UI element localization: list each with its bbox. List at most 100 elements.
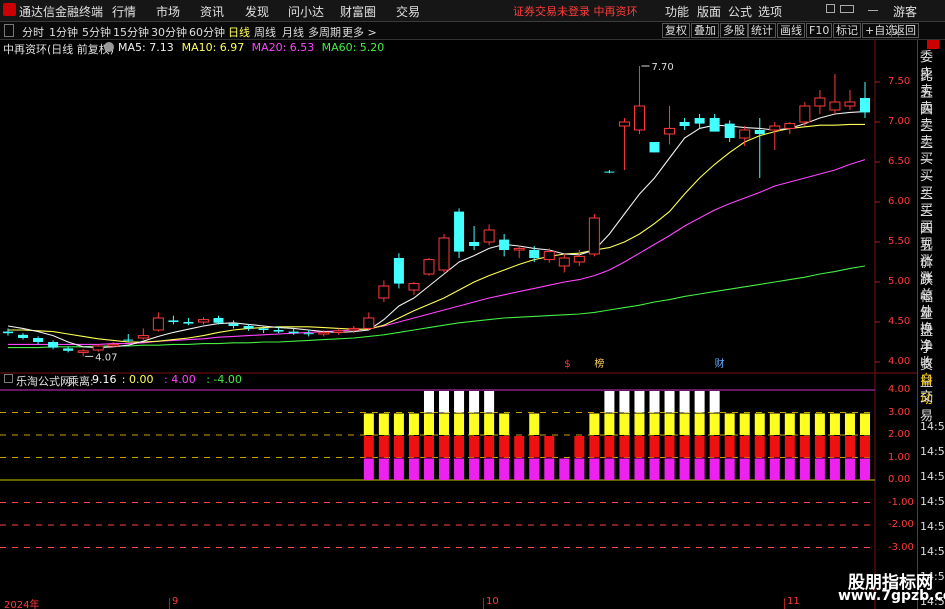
- menu-1[interactable]: 市场: [156, 3, 180, 20]
- indicator-bar: [544, 436, 555, 458]
- toolbar-button-8[interactable]: 返回: [891, 23, 919, 38]
- indicator-bar: [844, 436, 855, 458]
- indicator-bar: [589, 413, 600, 435]
- menu-2[interactable]: 资讯: [200, 3, 224, 20]
- candle: [860, 82, 870, 118]
- indicator-bar: [694, 458, 705, 480]
- indicator-bar: [439, 391, 450, 413]
- candle: [48, 340, 59, 350]
- right-menu-3[interactable]: 选项: [758, 3, 782, 20]
- guest-label[interactable]: 游客: [893, 3, 917, 20]
- candle: [618, 118, 630, 170]
- minimize-icon[interactable]: [868, 10, 878, 11]
- ma60-line: [8, 265, 866, 349]
- chart-area[interactable]: 7.70 4.07 $ 榜 财: [0, 40, 917, 609]
- indicator-name[interactable]: 乐淘公式网: [16, 373, 71, 389]
- layout-icon[interactable]: [840, 5, 854, 13]
- indicator-value-1: : 0.00: [121, 373, 154, 386]
- candle: [604, 170, 615, 174]
- timeframe-9[interactable]: 多周期: [308, 24, 341, 40]
- candle: [664, 106, 676, 145]
- indicator-bar: [408, 413, 419, 435]
- indicator-bar: [423, 413, 434, 435]
- indicator-bar: [664, 391, 675, 413]
- indicator-info-line: 乐淘公式网 乘离: 9.16: 0.00: 4.00: -4.00: [0, 372, 900, 388]
- indicator-bar: [514, 436, 525, 458]
- login-notice[interactable]: 证券交易未登录 中再资环: [513, 3, 638, 19]
- panel-toggle-icon[interactable]: [4, 24, 14, 37]
- menu-3[interactable]: 发现: [245, 3, 269, 20]
- candle: [769, 122, 781, 150]
- price-tick-label: 5.50: [888, 236, 911, 247]
- indicator-bar: [694, 413, 705, 435]
- date-tick: [483, 598, 484, 609]
- indicator-bar: [604, 436, 615, 458]
- indicator-tick-label: -1.00: [888, 496, 914, 508]
- candle: [423, 258, 435, 276]
- indicator-bar: [829, 458, 840, 480]
- indicator-bar: [589, 458, 600, 480]
- toolbar-button-1[interactable]: 叠加: [691, 23, 719, 38]
- timeframe-2[interactable]: 5分钟: [82, 24, 111, 40]
- timeframe-8[interactable]: 月线: [282, 24, 304, 40]
- right-menu-0[interactable]: 功能: [665, 3, 689, 20]
- indicator-bar: [439, 458, 450, 480]
- indicator-bar: [739, 413, 750, 435]
- timeframe-1[interactable]: 1分钟: [49, 24, 78, 40]
- indicator-bar: [634, 391, 645, 413]
- indicator-bar: [754, 413, 765, 435]
- indicator-bar: [649, 436, 660, 458]
- indicator-bar: [454, 413, 465, 435]
- price-tick-label: 4.50: [888, 316, 911, 327]
- price-tick-label: 6.00: [888, 196, 911, 207]
- indicator-bar: [604, 413, 615, 435]
- toolbar-button-2[interactable]: 多股: [720, 23, 748, 38]
- menu-0[interactable]: 行情: [112, 3, 136, 20]
- toolbar-button-5[interactable]: F10: [806, 23, 833, 38]
- date-label-3: 11: [787, 596, 800, 607]
- candle: [333, 328, 345, 335]
- timeframe-4[interactable]: 30分钟: [151, 24, 187, 40]
- candle: [483, 224, 495, 246]
- event-label: $: [564, 359, 570, 370]
- timeframe-3[interactable]: 15分钟: [113, 24, 149, 40]
- timeframe-5[interactable]: 60分钟: [189, 24, 225, 40]
- indicator-bar: [844, 458, 855, 480]
- timeframe-0[interactable]: 分时: [22, 24, 44, 40]
- timeframe-7[interactable]: 周线: [254, 24, 276, 40]
- candle: [754, 118, 765, 178]
- candle: [393, 253, 404, 289]
- indicator-bar: [514, 458, 525, 480]
- right-menu-2[interactable]: 公式: [728, 3, 752, 20]
- date-label-0: 2024年: [4, 600, 40, 609]
- candle: [408, 282, 420, 295]
- timeframe-10[interactable]: 更多 >: [342, 24, 377, 40]
- restore-icon[interactable]: [826, 4, 835, 13]
- timeframe-6[interactable]: 日线: [228, 24, 250, 40]
- indicator-bar: [589, 436, 600, 458]
- indicator-bar: [454, 436, 465, 458]
- price-tick-label: 7.00: [888, 116, 911, 127]
- menu-5[interactable]: 财富圈: [340, 3, 376, 20]
- indicator-bar: [574, 458, 585, 480]
- candle: [33, 336, 44, 345]
- indicator-bar: [649, 391, 660, 413]
- toolbar-button-3[interactable]: 统计: [748, 23, 776, 38]
- menu-6[interactable]: 交易: [396, 3, 420, 20]
- indicator-bar: [529, 436, 540, 458]
- side-tab-20[interactable]: 交易: [920, 386, 945, 424]
- toolbar-button-0[interactable]: 复权: [662, 23, 690, 38]
- candle: [784, 122, 796, 134]
- ma10-line: [8, 123, 865, 343]
- candle: [243, 324, 254, 331]
- toolbar-button-6[interactable]: 标记: [833, 23, 861, 38]
- right-menu-1[interactable]: 版面: [697, 3, 721, 20]
- toolbar-button-4[interactable]: 画线: [777, 23, 805, 38]
- indicator-bar: [619, 391, 630, 413]
- indicator-bar: [499, 413, 510, 435]
- indicator-toggle-icon[interactable]: [4, 374, 13, 383]
- candle: [63, 346, 74, 353]
- indicator-value-3: : -4.00: [206, 373, 242, 386]
- menu-4[interactable]: 问小达: [288, 3, 324, 20]
- indicator-bar: [634, 436, 645, 458]
